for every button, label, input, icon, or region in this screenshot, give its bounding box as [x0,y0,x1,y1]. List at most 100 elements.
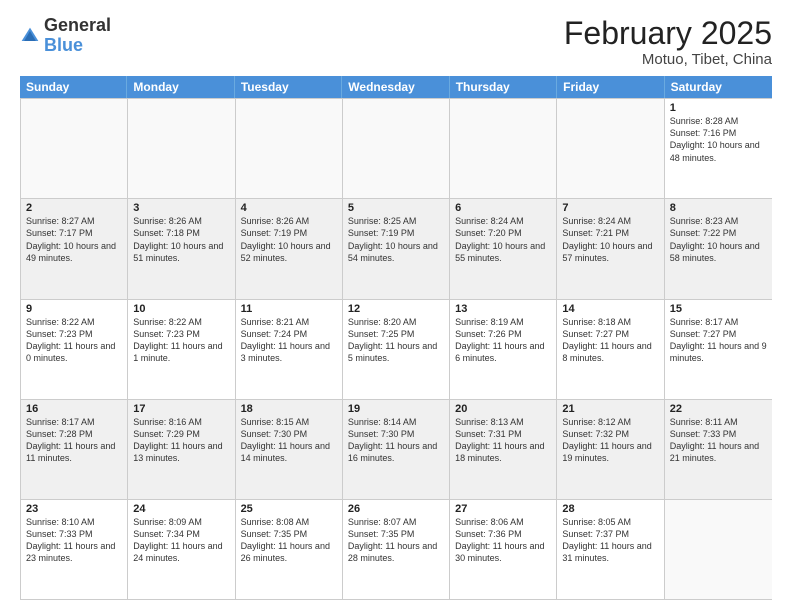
day-number: 8 [670,202,767,214]
day-info: Sunrise: 8:28 AM Sunset: 7:16 PM Dayligh… [670,115,767,164]
calendar-cell: 8Sunrise: 8:23 AM Sunset: 7:22 PM Daylig… [665,199,772,298]
day-number: 22 [670,403,767,415]
day-number: 13 [455,303,551,315]
calendar-cell: 12Sunrise: 8:20 AM Sunset: 7:25 PM Dayli… [343,300,450,399]
calendar-cell: 18Sunrise: 8:15 AM Sunset: 7:30 PM Dayli… [236,400,343,499]
calendar-cell [128,99,235,198]
day-info: Sunrise: 8:15 AM Sunset: 7:30 PM Dayligh… [241,416,337,465]
day-info: Sunrise: 8:12 AM Sunset: 7:32 PM Dayligh… [562,416,658,465]
calendar-cell: 23Sunrise: 8:10 AM Sunset: 7:33 PM Dayli… [21,500,128,599]
day-info: Sunrise: 8:21 AM Sunset: 7:24 PM Dayligh… [241,316,337,365]
calendar-cell: 2Sunrise: 8:27 AM Sunset: 7:17 PM Daylig… [21,199,128,298]
day-info: Sunrise: 8:22 AM Sunset: 7:23 PM Dayligh… [26,316,122,365]
weekday-header: Friday [557,76,664,98]
calendar-cell [343,99,450,198]
calendar-cell: 3Sunrise: 8:26 AM Sunset: 7:18 PM Daylig… [128,199,235,298]
location-title: Motuo, Tibet, China [564,51,772,68]
weekday-header: Monday [127,76,234,98]
day-number: 25 [241,503,337,515]
logo-blue: Blue [44,35,83,55]
day-info: Sunrise: 8:27 AM Sunset: 7:17 PM Dayligh… [26,215,122,264]
day-info: Sunrise: 8:20 AM Sunset: 7:25 PM Dayligh… [348,316,444,365]
logo-text: General Blue [44,16,111,56]
day-info: Sunrise: 8:07 AM Sunset: 7:35 PM Dayligh… [348,516,444,565]
calendar-cell: 13Sunrise: 8:19 AM Sunset: 7:26 PM Dayli… [450,300,557,399]
day-number: 15 [670,303,767,315]
calendar-cell: 22Sunrise: 8:11 AM Sunset: 7:33 PM Dayli… [665,400,772,499]
day-number: 18 [241,403,337,415]
day-info: Sunrise: 8:18 AM Sunset: 7:27 PM Dayligh… [562,316,658,365]
calendar-cell: 14Sunrise: 8:18 AM Sunset: 7:27 PM Dayli… [557,300,664,399]
weekday-header: Sunday [20,76,127,98]
month-title: February 2025 [564,16,772,51]
calendar-cell: 27Sunrise: 8:06 AM Sunset: 7:36 PM Dayli… [450,500,557,599]
calendar-cell [450,99,557,198]
day-info: Sunrise: 8:22 AM Sunset: 7:23 PM Dayligh… [133,316,229,365]
day-info: Sunrise: 8:17 AM Sunset: 7:28 PM Dayligh… [26,416,122,465]
day-info: Sunrise: 8:19 AM Sunset: 7:26 PM Dayligh… [455,316,551,365]
weekday-header: Saturday [665,76,772,98]
day-number: 4 [241,202,337,214]
page: General Blue February 2025 Motuo, Tibet,… [0,0,792,612]
calendar-cell: 11Sunrise: 8:21 AM Sunset: 7:24 PM Dayli… [236,300,343,399]
day-info: Sunrise: 8:17 AM Sunset: 7:27 PM Dayligh… [670,316,767,365]
calendar-cell: 16Sunrise: 8:17 AM Sunset: 7:28 PM Dayli… [21,400,128,499]
day-info: Sunrise: 8:24 AM Sunset: 7:20 PM Dayligh… [455,215,551,264]
calendar-cell: 1Sunrise: 8:28 AM Sunset: 7:16 PM Daylig… [665,99,772,198]
weekday-header: Thursday [450,76,557,98]
day-info: Sunrise: 8:24 AM Sunset: 7:21 PM Dayligh… [562,215,658,264]
day-number: 2 [26,202,122,214]
day-number: 19 [348,403,444,415]
day-info: Sunrise: 8:06 AM Sunset: 7:36 PM Dayligh… [455,516,551,565]
calendar-cell: 20Sunrise: 8:13 AM Sunset: 7:31 PM Dayli… [450,400,557,499]
calendar-row: 1Sunrise: 8:28 AM Sunset: 7:16 PM Daylig… [21,98,772,198]
calendar-cell: 15Sunrise: 8:17 AM Sunset: 7:27 PM Dayli… [665,300,772,399]
calendar-body: 1Sunrise: 8:28 AM Sunset: 7:16 PM Daylig… [20,98,772,600]
calendar-cell: 9Sunrise: 8:22 AM Sunset: 7:23 PM Daylig… [21,300,128,399]
calendar-cell: 5Sunrise: 8:25 AM Sunset: 7:19 PM Daylig… [343,199,450,298]
day-info: Sunrise: 8:09 AM Sunset: 7:34 PM Dayligh… [133,516,229,565]
day-info: Sunrise: 8:08 AM Sunset: 7:35 PM Dayligh… [241,516,337,565]
title-block: February 2025 Motuo, Tibet, China [564,16,772,68]
day-number: 12 [348,303,444,315]
day-number: 10 [133,303,229,315]
day-number: 26 [348,503,444,515]
calendar-row: 16Sunrise: 8:17 AM Sunset: 7:28 PM Dayli… [21,399,772,499]
day-number: 14 [562,303,658,315]
calendar-cell: 10Sunrise: 8:22 AM Sunset: 7:23 PM Dayli… [128,300,235,399]
day-info: Sunrise: 8:05 AM Sunset: 7:37 PM Dayligh… [562,516,658,565]
day-info: Sunrise: 8:10 AM Sunset: 7:33 PM Dayligh… [26,516,122,565]
calendar-cell: 4Sunrise: 8:26 AM Sunset: 7:19 PM Daylig… [236,199,343,298]
logo: General Blue [20,16,111,56]
day-info: Sunrise: 8:14 AM Sunset: 7:30 PM Dayligh… [348,416,444,465]
calendar-row: 23Sunrise: 8:10 AM Sunset: 7:33 PM Dayli… [21,499,772,599]
day-info: Sunrise: 8:25 AM Sunset: 7:19 PM Dayligh… [348,215,444,264]
day-number: 9 [26,303,122,315]
calendar-row: 2Sunrise: 8:27 AM Sunset: 7:17 PM Daylig… [21,198,772,298]
calendar: SundayMondayTuesdayWednesdayThursdayFrid… [20,76,772,600]
calendar-cell [21,99,128,198]
day-number: 20 [455,403,551,415]
day-number: 21 [562,403,658,415]
logo-general: General [44,15,111,35]
calendar-header: SundayMondayTuesdayWednesdayThursdayFrid… [20,76,772,98]
calendar-cell: 28Sunrise: 8:05 AM Sunset: 7:37 PM Dayli… [557,500,664,599]
calendar-cell: 7Sunrise: 8:24 AM Sunset: 7:21 PM Daylig… [557,199,664,298]
day-number: 27 [455,503,551,515]
day-info: Sunrise: 8:26 AM Sunset: 7:18 PM Dayligh… [133,215,229,264]
day-number: 11 [241,303,337,315]
day-number: 16 [26,403,122,415]
calendar-cell: 24Sunrise: 8:09 AM Sunset: 7:34 PM Dayli… [128,500,235,599]
day-number: 28 [562,503,658,515]
calendar-cell: 26Sunrise: 8:07 AM Sunset: 7:35 PM Dayli… [343,500,450,599]
day-number: 7 [562,202,658,214]
weekday-header: Wednesday [342,76,449,98]
day-info: Sunrise: 8:23 AM Sunset: 7:22 PM Dayligh… [670,215,767,264]
day-number: 6 [455,202,551,214]
calendar-cell: 25Sunrise: 8:08 AM Sunset: 7:35 PM Dayli… [236,500,343,599]
header: General Blue February 2025 Motuo, Tibet,… [20,16,772,68]
day-number: 17 [133,403,229,415]
calendar-cell: 19Sunrise: 8:14 AM Sunset: 7:30 PM Dayli… [343,400,450,499]
day-info: Sunrise: 8:16 AM Sunset: 7:29 PM Dayligh… [133,416,229,465]
weekday-header: Tuesday [235,76,342,98]
